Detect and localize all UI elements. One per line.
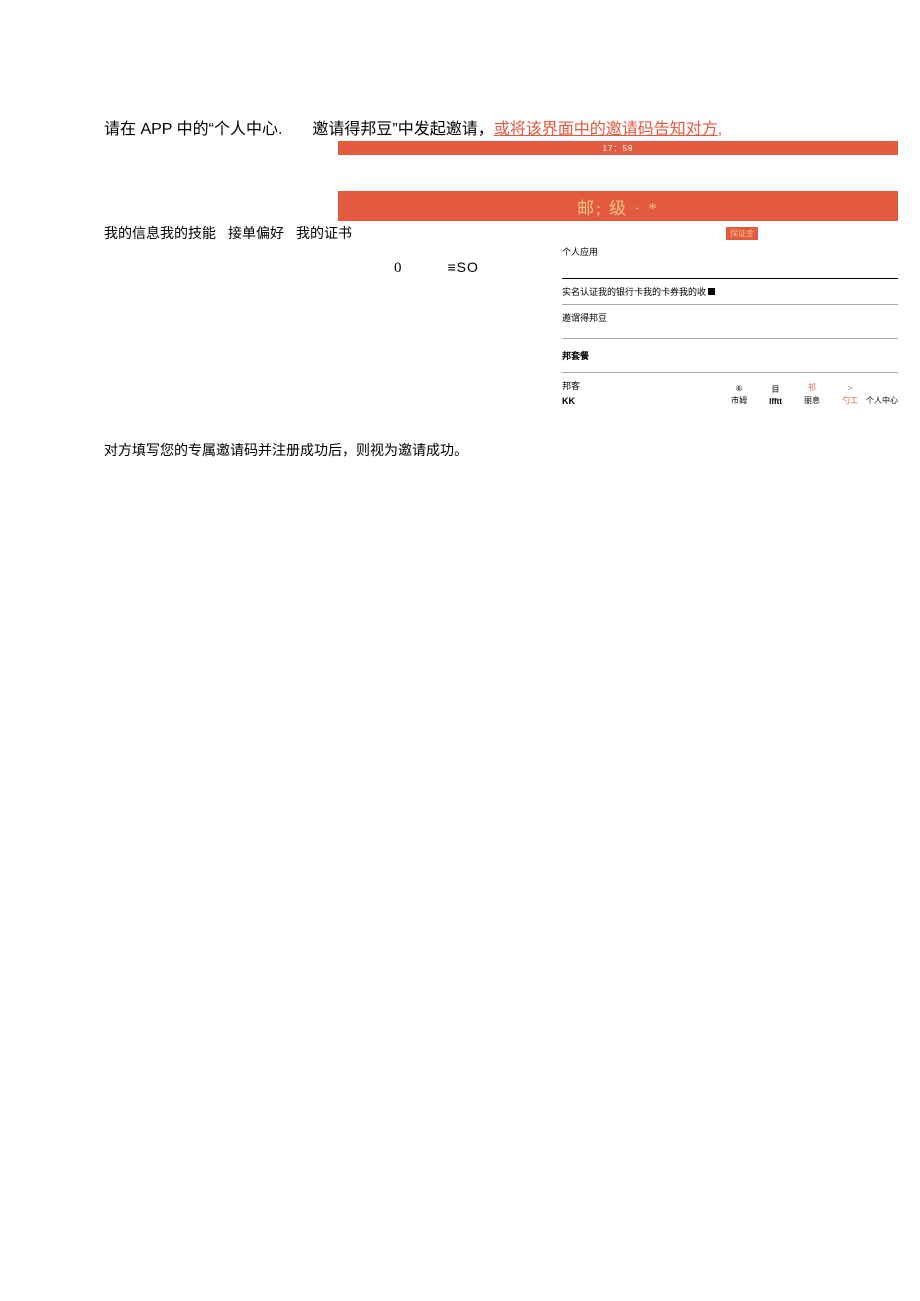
nav-item-2-label: Ifftt — [769, 397, 782, 406]
nav-item-4[interactable]: > 勺工 — [842, 383, 858, 406]
deposit-row: 保证金 — [562, 223, 898, 241]
deposit-badge[interactable]: 保证金 — [726, 227, 758, 240]
kk-label: KK — [562, 396, 580, 406]
tab-info-skill[interactable]: 我的信息我的技能 — [104, 223, 216, 243]
status-bar: 17：59 — [338, 141, 898, 155]
square-icon — [708, 288, 715, 295]
auth-row-text: 实名认证我的银行卡我的卡券我的收 — [562, 285, 706, 298]
intro-part2-emph: 或将 — [494, 121, 526, 138]
nav-item-3-icon: 祁 — [808, 382, 816, 393]
nav-item-2[interactable]: 目 Ifftt — [769, 384, 782, 406]
nav-item-3-label: 丽息 — [804, 395, 820, 406]
nav-item-5[interactable]: 个人中心 — [866, 395, 898, 406]
icon-so: ≡SO — [448, 259, 479, 275]
intro-part1: 请在 APP 中的“个人中心. — [104, 115, 282, 139]
tab-order-pref[interactable]: 接单偏好 — [228, 223, 284, 243]
chevron-icon: > — [847, 383, 852, 393]
auth-row[interactable]: 实名认证我的银行卡我的卡券我的收 — [562, 279, 898, 305]
nav-item-1-label: 市姆 — [731, 395, 747, 406]
invite-row[interactable]: 邀谓得邦豆 — [562, 305, 898, 339]
personal-app-label: 个人应用 — [562, 245, 898, 258]
icon-o: 0 — [394, 260, 402, 277]
header-bar-text: 邮; 级 · * — [577, 194, 659, 219]
icon-row: 0 ≡SO — [394, 259, 562, 277]
nav-item-5-label: 个人中心 — [866, 395, 898, 406]
tab-cert[interactable]: 我的证书 — [296, 223, 352, 243]
intro-line: 请在 APP 中的“个人中心. 邀请得邦豆”中发起邀请，或将该界面中的邀请码告知… — [104, 115, 898, 139]
nav-item-4-label: 勺工 — [842, 395, 858, 406]
nav-item-1-icon: ⑥ — [736, 384, 743, 393]
tabs-row: 我的信息我的技能 接单偏好 我的证书 — [104, 223, 562, 243]
intro-part2: 邀请得邦豆”中发起邀请，或将该界面中的邀请码告知对方, — [312, 115, 722, 139]
nav-item-1[interactable]: ⑥ 市姆 — [731, 384, 747, 406]
bangke-label[interactable]: 邦客 — [562, 379, 580, 392]
nav-item-2-icon: 目 — [772, 384, 780, 395]
intro-part2-suffix: 该界面中的邀请码告知对方, — [526, 121, 722, 138]
header-bar: 邮; 级 · * — [338, 191, 898, 221]
package-row[interactable]: 邦套餐 — [562, 339, 898, 373]
bottom-nav-row: 邦客 KK ⑥ 市姆 目 Ifftt 祁 丽息 — [562, 373, 898, 412]
footer-line: 对方填写您的专属邀请码并注册成功后，则视为邀请成功。 — [104, 440, 898, 460]
intro-part2-prefix: 邀请得邦豆”中发起邀请， — [312, 121, 493, 138]
status-bar-time: 17：59 — [603, 143, 634, 154]
nav-item-3[interactable]: 祁 丽息 — [804, 382, 820, 406]
